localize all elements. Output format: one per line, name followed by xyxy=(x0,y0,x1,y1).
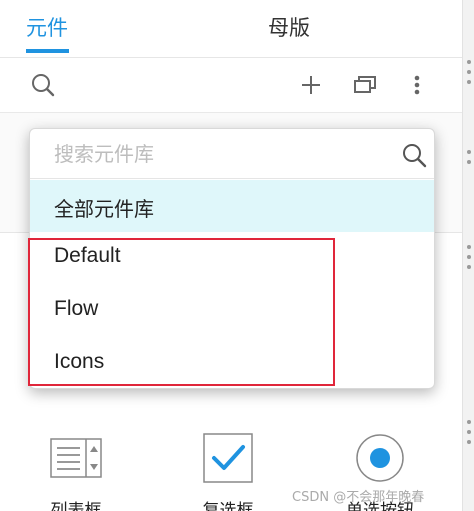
listbox-icon xyxy=(50,438,102,478)
library-search-bar xyxy=(30,129,434,179)
active-tab-indicator xyxy=(26,49,69,53)
tab-masters[interactable]: 母版 xyxy=(268,12,310,42)
radio-icon xyxy=(356,434,404,482)
library-item-label: Icons xyxy=(54,350,105,373)
watermark: CSDN @不会那年晚春 xyxy=(292,490,425,505)
grip-dot xyxy=(467,245,471,249)
panel-edge-scroll[interactable] xyxy=(462,0,474,511)
library-item-label: Flow xyxy=(54,297,99,320)
search-icon[interactable] xyxy=(400,141,428,169)
copy-icon[interactable] xyxy=(350,70,380,100)
library-item-icons[interactable]: Icons xyxy=(30,339,434,388)
grip-dot xyxy=(467,60,471,64)
grip-dot xyxy=(467,150,471,154)
grip-dot xyxy=(467,440,471,444)
panel-tabs: 元件 母版 xyxy=(0,0,462,58)
grip-dot xyxy=(467,80,471,84)
library-item-default[interactable]: Default xyxy=(30,233,434,285)
grip-dot xyxy=(467,430,471,434)
widget-listbox[interactable]: 列表框 xyxy=(16,430,136,511)
widgets-toolbar xyxy=(0,58,462,112)
grip-dot xyxy=(467,265,471,269)
library-search-input[interactable] xyxy=(54,137,394,171)
search-icon[interactable] xyxy=(28,70,58,100)
tab-widgets[interactable]: 元件 xyxy=(26,12,68,42)
grip-dot xyxy=(467,420,471,424)
all-libraries-option[interactable]: 全部元件库 xyxy=(30,180,434,232)
grip-dot xyxy=(467,255,471,259)
all-libraries-label: 全部元件库 xyxy=(54,197,154,221)
widget-label: 列表框 xyxy=(50,501,102,511)
widget-label: 复选框 xyxy=(202,501,254,511)
checkbox-icon xyxy=(203,433,253,483)
grip-dot xyxy=(467,160,471,164)
library-item-label: Default xyxy=(54,244,121,267)
library-dropdown: 全部元件库 Default Flow Icons xyxy=(29,128,435,389)
add-icon[interactable] xyxy=(296,70,326,100)
widget-checkbox[interactable]: 复选框 xyxy=(168,430,288,511)
more-icon[interactable] xyxy=(402,70,432,100)
library-item-flow[interactable]: Flow xyxy=(30,286,434,338)
grip-dot xyxy=(467,70,471,74)
